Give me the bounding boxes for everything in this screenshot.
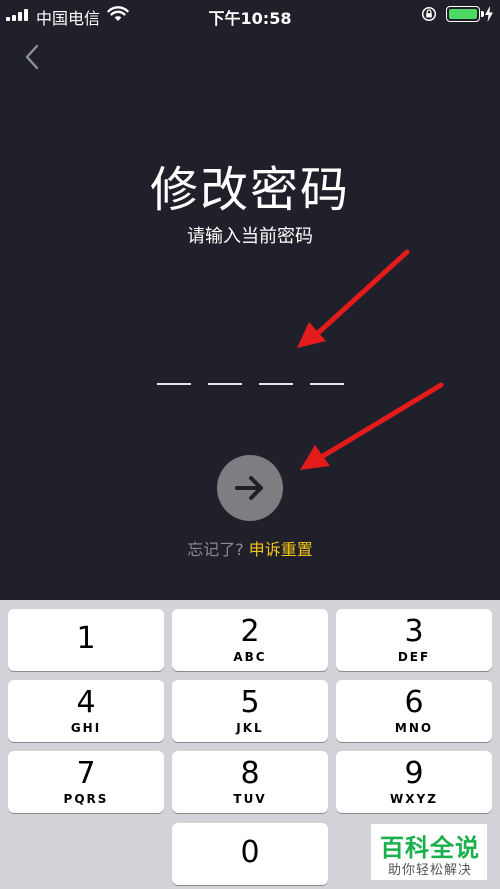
key-3-digit: 3 [404,614,424,649]
watermark-title: 百科全说 [380,834,480,862]
key-2-digit: 2 [240,614,260,649]
key-9-letters: WXYZ [390,792,438,806]
key-9-digit: 9 [404,756,424,791]
forgot-password-row: 忘记了? 申诉重置 [0,536,500,560]
key-7[interactable]: 7 PQRS [8,751,164,813]
key-5-digit: 5 [240,685,260,720]
key-7-letters: PQRS [63,792,109,806]
key-5[interactable]: 5 JKL [172,680,328,742]
key-6-letters: MNO [394,721,434,735]
key-3-letters: DEF [397,650,431,664]
key-6-digit: 6 [404,685,424,720]
next-button[interactable] [217,455,283,521]
key-0-digit: 0 [240,835,260,870]
reset-appeal-link[interactable]: 申诉重置 [249,540,313,559]
key-9[interactable]: 9 WXYZ [336,751,492,813]
rotation-lock-icon [421,6,437,22]
charging-icon [485,6,493,22]
forgot-question: 忘记了? [187,540,244,559]
pin-digit-4[interactable] [310,383,344,385]
watermark-logo: 百科全说 助你轻松解决 [370,823,488,881]
key-8-digit: 8 [240,756,260,791]
arrow-right-icon [235,476,263,500]
key-8[interactable]: 8 TUV [172,751,328,813]
status-bar: 中国电信 下午10:58 [0,0,500,30]
key-8-letters: TUV [233,792,267,806]
key-7-digit: 7 [76,756,96,791]
page-title: 修改密码 [149,162,350,218]
key-2[interactable]: 2 ABC [172,609,328,671]
pin-digit-3[interactable] [259,383,293,385]
chevron-left-icon [25,44,39,70]
pin-digit-2[interactable] [208,383,242,385]
key-1-digit: 1 [76,621,96,656]
key-4[interactable]: 4 GHI [8,680,164,742]
page-subtitle: 请输入当前密码 [187,226,313,247]
key-0[interactable]: 0 [172,823,328,885]
annotation-arrow-pin [297,249,410,348]
annotation-arrow-button [300,382,444,470]
key-4-digit: 4 [76,685,96,720]
key-1[interactable]: 1 [8,609,164,671]
pin-digit-1[interactable] [157,383,191,385]
back-button[interactable] [18,40,48,74]
battery-icon [446,6,484,22]
key-2-letters: ABC [233,650,267,664]
key-5-letters: JKL [236,721,264,735]
key-4-letters: GHI [70,721,102,735]
key-6[interactable]: 6 MNO [336,680,492,742]
key-3[interactable]: 3 DEF [336,609,492,671]
watermark-subtitle: 助你轻松解决 [387,863,472,878]
